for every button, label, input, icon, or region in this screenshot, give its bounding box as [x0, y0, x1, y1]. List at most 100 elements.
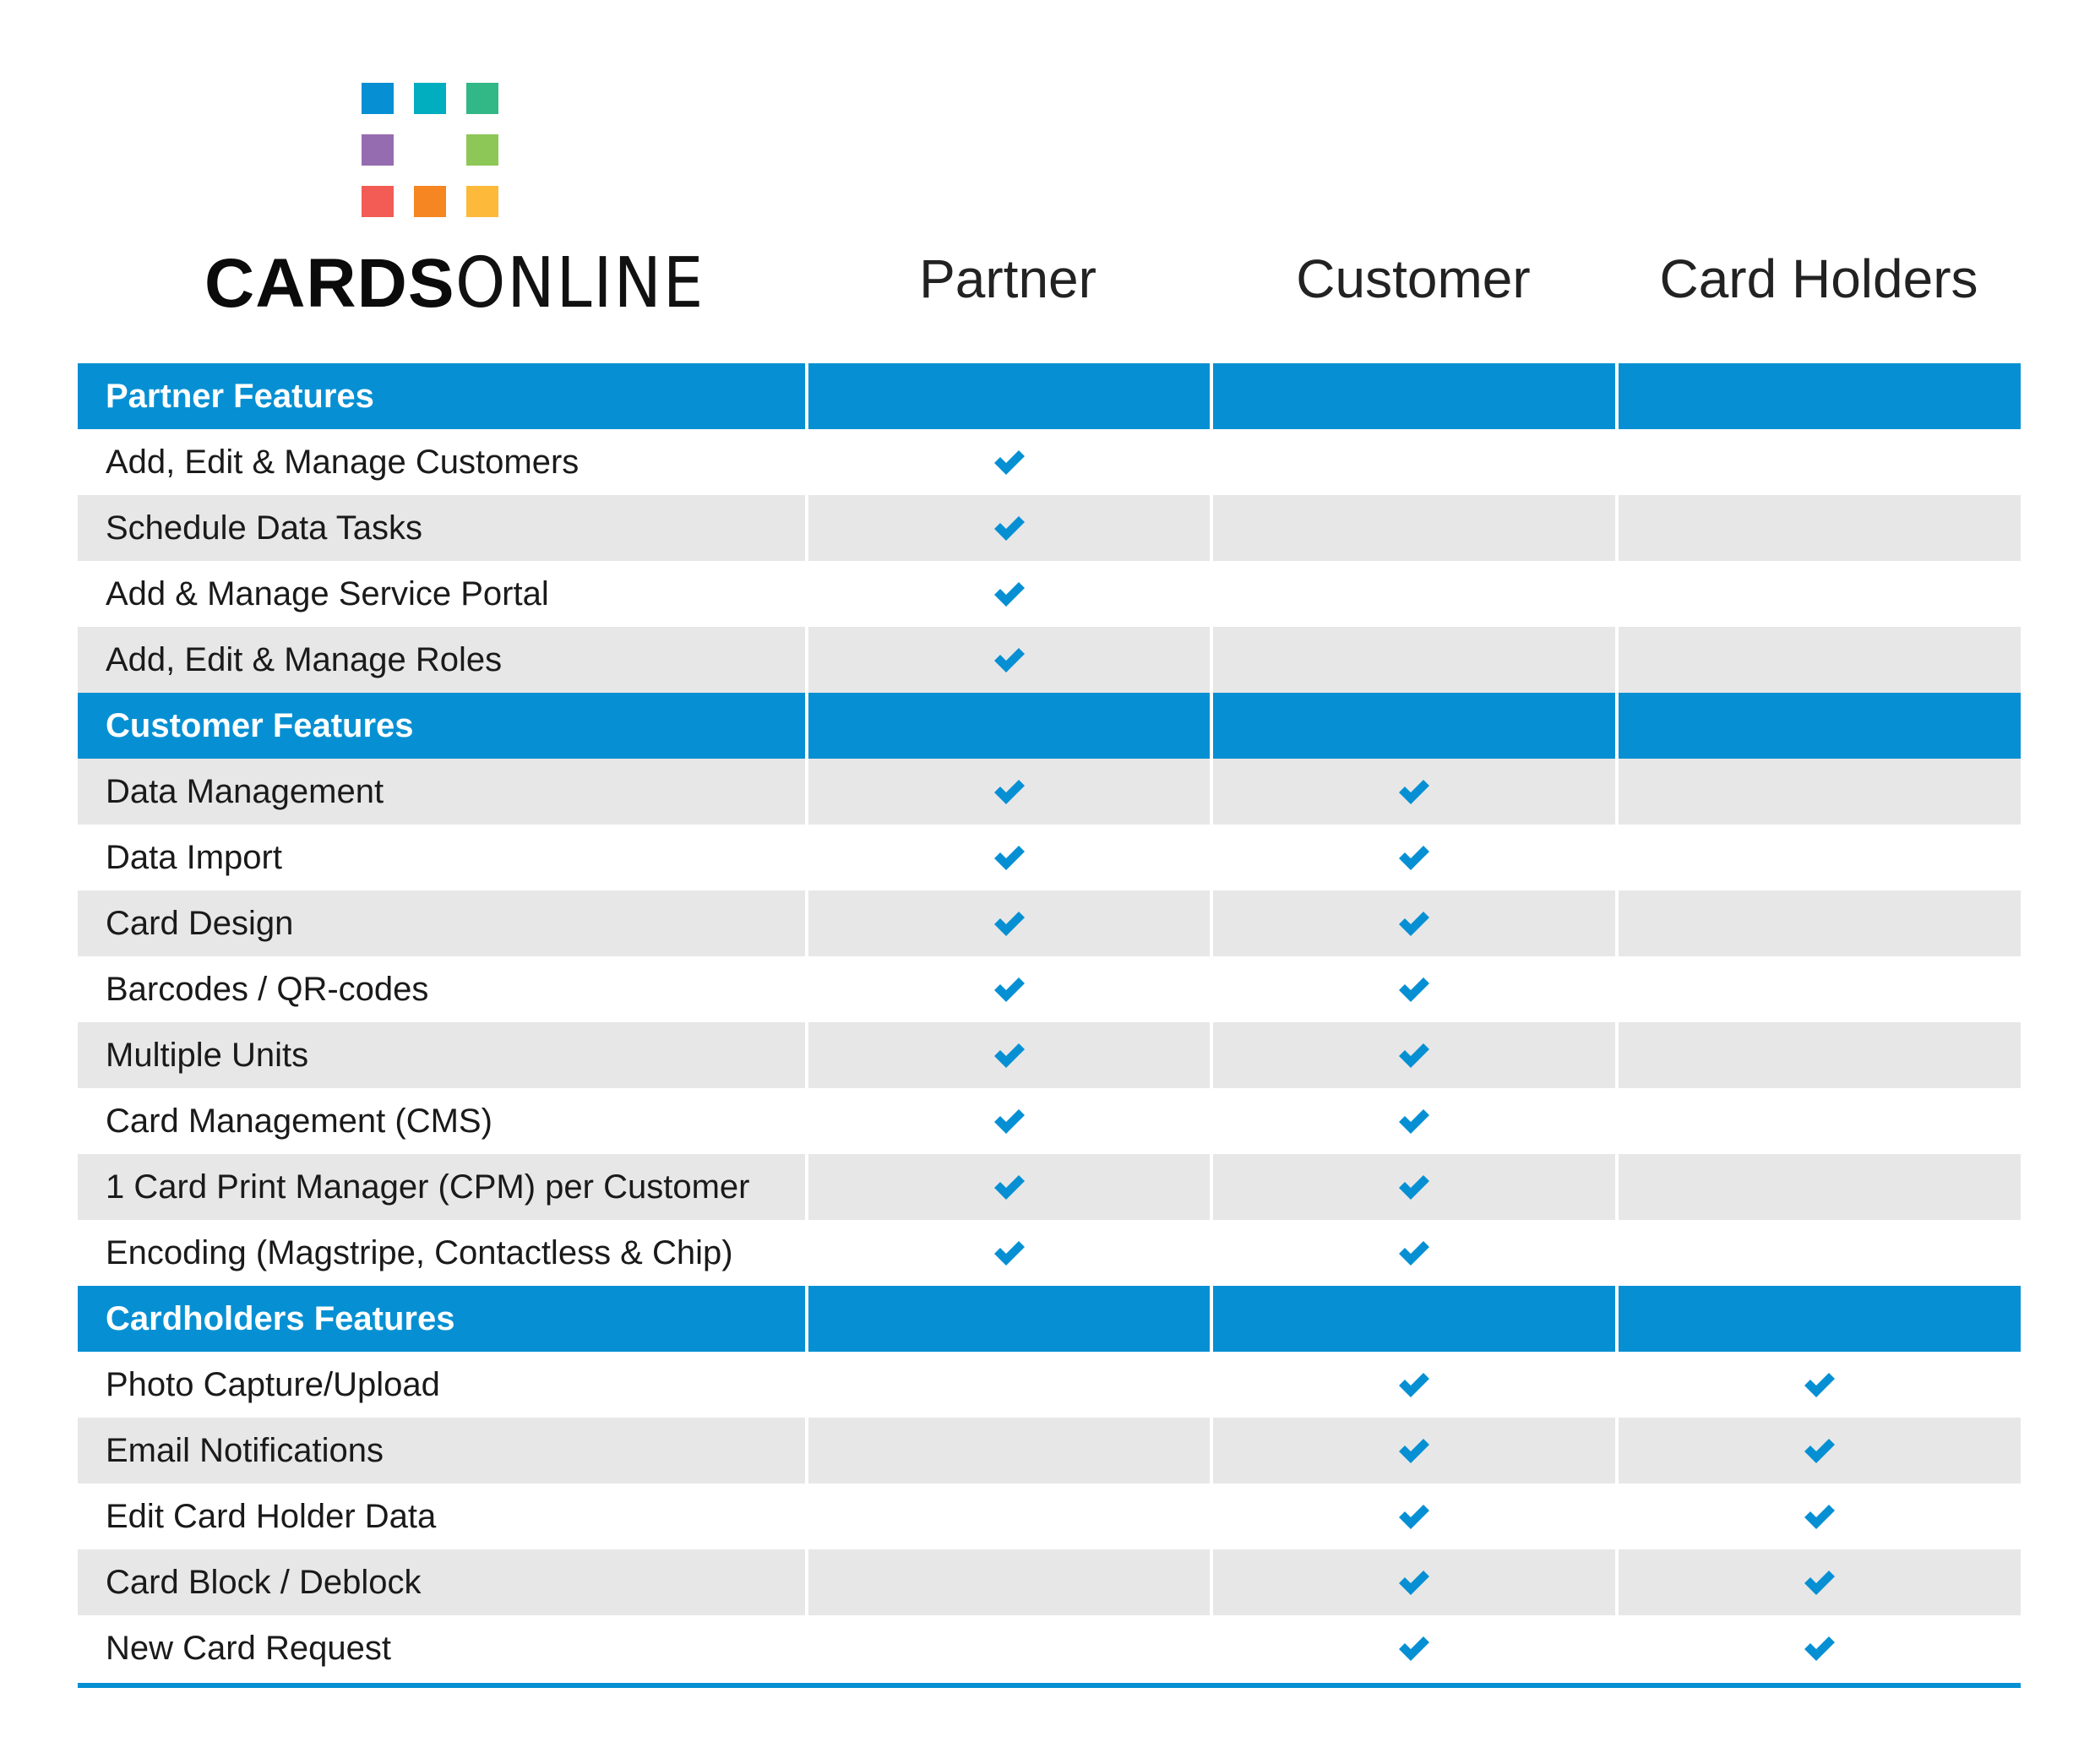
feature-label: Card Block / Deblock [78, 1549, 805, 1615]
cell-customer [1210, 1088, 1616, 1154]
cell-customer [1210, 627, 1616, 693]
table-row: Add, Edit & Manage Customers [78, 429, 2021, 495]
check-icon [1397, 1173, 1431, 1200]
cell-customer [1210, 1220, 1616, 1286]
cell-partner [804, 561, 1211, 627]
cell-partner [804, 825, 1211, 890]
table-row: Card Design [78, 890, 2021, 956]
cell-partner [804, 1220, 1211, 1286]
column-header-customer: Customer [1296, 248, 1531, 309]
cell-card-holders [1615, 1484, 2021, 1549]
section-title: Partner Features [78, 363, 805, 429]
cell-card-holders [1615, 561, 2021, 627]
table-row: Card Management (CMS) [78, 1088, 2021, 1154]
check-icon [993, 1042, 1026, 1069]
section-header-cell [804, 363, 1211, 429]
cell-partner [804, 1088, 1211, 1154]
feature-label: Photo Capture/Upload [78, 1352, 805, 1418]
check-icon [1397, 844, 1431, 871]
feature-label: Data Management [78, 759, 805, 825]
cell-partner [804, 1549, 1211, 1615]
cell-partner [804, 890, 1211, 956]
cell-customer [1210, 1615, 1616, 1681]
table-row: Add & Manage Service Portal [78, 561, 2021, 627]
feature-label: Card Design [78, 890, 805, 956]
logo-square [414, 186, 446, 217]
logo-wordmark-bold: CARDS [204, 245, 455, 322]
cell-partner [804, 759, 1211, 825]
check-icon [1803, 1371, 1837, 1398]
section-title: Cardholders Features [78, 1286, 805, 1352]
cell-customer [1210, 1484, 1616, 1549]
logo-square [466, 83, 498, 114]
feature-label: Add, Edit & Manage Roles [78, 627, 805, 693]
check-icon [1397, 1437, 1431, 1464]
cell-partner [804, 495, 1211, 561]
cell-card-holders [1615, 1220, 2021, 1286]
section-header-cell [804, 693, 1211, 759]
section-header: Customer Features [78, 693, 2021, 759]
logo-wordmark-light: ONLINE [454, 243, 705, 324]
cell-card-holders [1615, 1352, 2021, 1418]
logo-squares-icon [362, 83, 501, 218]
table-bottom-rule [78, 1683, 2021, 1688]
table-row: New Card Request [78, 1615, 2021, 1681]
feature-label: Encoding (Magstripe, Contactless & Chip) [78, 1220, 805, 1286]
check-icon [1397, 1239, 1431, 1266]
cell-customer [1210, 890, 1616, 956]
table-row: Data Import [78, 825, 2021, 890]
cell-card-holders [1615, 627, 2021, 693]
table-row: Data Management [78, 759, 2021, 825]
table-row: Multiple Units [78, 1022, 2021, 1088]
check-icon [1397, 1569, 1431, 1596]
table-row: Add, Edit & Manage Roles [78, 627, 2021, 693]
feature-comparison-table: Partner Features Add, Edit & Manage Custo… [78, 363, 2021, 1681]
cell-customer [1210, 1352, 1616, 1418]
cell-customer [1210, 1549, 1616, 1615]
check-icon [993, 1108, 1026, 1135]
cell-card-holders [1615, 890, 2021, 956]
check-icon [1803, 1569, 1837, 1596]
cell-card-holders [1615, 1022, 2021, 1088]
logo-wordmark: CARDSONLINE [204, 245, 726, 323]
section-header-cell [804, 1286, 1211, 1352]
check-icon [993, 1239, 1026, 1266]
cell-customer [1210, 759, 1616, 825]
check-icon [993, 910, 1026, 937]
cell-customer [1210, 495, 1616, 561]
cell-card-holders [1615, 495, 2021, 561]
table-row: Email Notifications [78, 1418, 2021, 1484]
check-icon [993, 514, 1026, 542]
check-icon [993, 976, 1026, 1003]
check-icon [1397, 778, 1431, 805]
check-icon [1803, 1437, 1837, 1464]
cell-card-holders [1615, 429, 2021, 495]
cell-partner [804, 956, 1211, 1022]
cell-card-holders [1615, 759, 2021, 825]
check-icon [1397, 976, 1431, 1003]
cell-customer [1210, 429, 1616, 495]
check-icon [1397, 1635, 1431, 1662]
logo-square [362, 186, 394, 217]
feature-label: Add & Manage Service Portal [78, 561, 805, 627]
cell-customer [1210, 561, 1616, 627]
feature-label: Data Import [78, 825, 805, 890]
check-icon [993, 449, 1026, 476]
cell-partner [804, 1022, 1211, 1088]
logo-square [414, 83, 446, 114]
feature-label: Card Management (CMS) [78, 1088, 805, 1154]
check-icon [1397, 1503, 1431, 1530]
cell-partner [804, 1484, 1211, 1549]
cell-partner [804, 1154, 1211, 1220]
cell-card-holders [1615, 1418, 2021, 1484]
section-header-cell [1210, 363, 1616, 429]
cell-card-holders [1615, 1615, 2021, 1681]
column-header-card-holders: Card Holders [1659, 248, 1978, 309]
feature-label: 1 Card Print Manager (CPM) per Customer [78, 1154, 805, 1220]
feature-label: New Card Request [78, 1615, 805, 1681]
cell-partner [804, 1418, 1211, 1484]
check-icon [1803, 1503, 1837, 1530]
cell-customer [1210, 1154, 1616, 1220]
cell-partner [804, 429, 1211, 495]
cell-card-holders [1615, 1154, 2021, 1220]
